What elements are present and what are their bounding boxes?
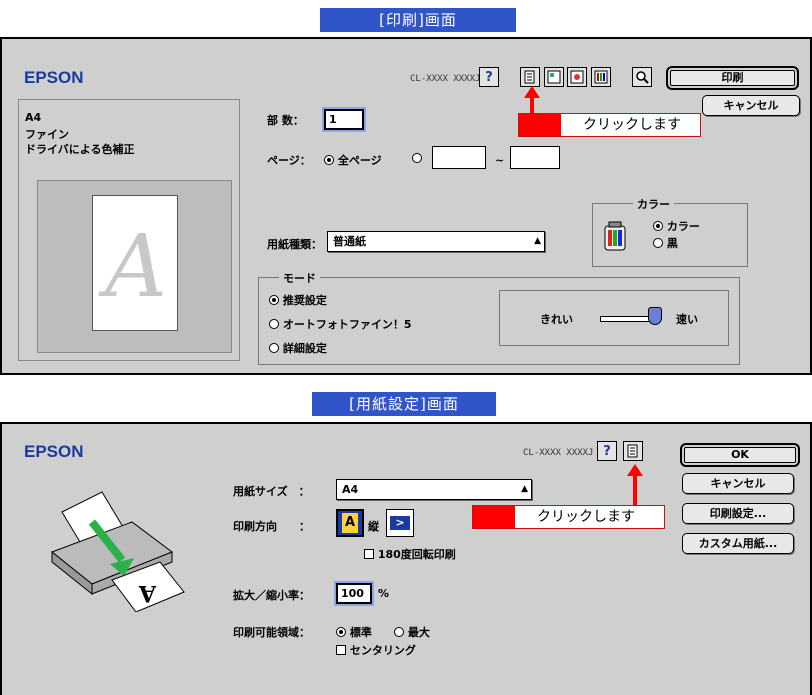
print-button[interactable]: 印刷 [666, 66, 799, 90]
scale-unit: % [378, 587, 390, 600]
printable-area-standard-option[interactable]: 標準 [336, 624, 372, 640]
callout-arrow-shaft [633, 475, 637, 505]
summary-quality: ファイン [25, 128, 69, 141]
preview-icon[interactable] [632, 67, 652, 87]
print-screen-banner: [印刷]画面 [320, 8, 516, 32]
epson-logo: EPSON [24, 442, 84, 461]
color-group-title: カラー [633, 196, 674, 212]
landscape-orientation-icon[interactable]: > [386, 509, 414, 537]
portrait-label: 縦 [368, 520, 379, 533]
pages-tilde: ~ [495, 154, 505, 167]
pages-from-input[interactable] [432, 146, 486, 169]
summary-pane: A4 ファイン ドライバによる色補正 A [18, 99, 240, 361]
preview-page: A [92, 195, 178, 331]
print-settings-icon[interactable] [623, 441, 643, 461]
utility-icon[interactable] [591, 67, 611, 87]
help-icon[interactable]: ? [479, 67, 499, 87]
callout-arrow-shaft [530, 97, 534, 113]
cancel-button[interactable]: キャンセル [702, 95, 800, 116]
background-print-icon[interactable] [567, 67, 587, 87]
pages-label: ページ： [267, 154, 311, 167]
epson-logo: EPSON [24, 68, 84, 87]
custom-paper-button[interactable]: カスタム用紙... [682, 533, 794, 554]
svg-text:A: A [138, 580, 157, 606]
centering-option[interactable]: センタリング [336, 642, 416, 658]
model-name: CL-XXXX XXXXJ [523, 448, 594, 458]
mode-group-title: モード [279, 270, 320, 286]
print-settings-button[interactable]: 印刷設定... [682, 503, 794, 524]
copies-input[interactable]: 1 [324, 109, 364, 130]
pages-to-input[interactable] [510, 146, 560, 169]
select-arrow-icon: ▲ [521, 484, 528, 494]
copies-label: 部 数： [267, 114, 304, 127]
ok-button[interactable]: OK [680, 443, 800, 467]
page-setup-banner: [用紙設定]画面 [312, 392, 496, 416]
click-callout: クリックします [518, 113, 701, 137]
mode-recommended-option[interactable]: 推奨設定 [269, 292, 327, 308]
ink-cartridge-icon [603, 220, 627, 255]
scale-input[interactable]: 100 [336, 583, 372, 604]
help-icon[interactable]: ? [597, 441, 617, 461]
color-option-black[interactable]: 黒 [653, 235, 678, 251]
preview-letter: A [104, 217, 168, 317]
summary-color-mode: ドライバによる色補正 [25, 143, 135, 156]
paper-size-select[interactable]: A4 ▲ [336, 479, 532, 500]
cancel-button[interactable]: キャンセル [682, 473, 794, 494]
preview-frame: A [37, 180, 232, 353]
pages-all-option[interactable]: 全ページ [324, 152, 382, 168]
mode-photo-enhance-option[interactable]: オートフォトファイン！5 [269, 316, 412, 332]
mode-group: モード 推奨設定 オートフォトファイン！5 詳細設定 きれい 速い [258, 270, 740, 365]
printer-illustration: A [42, 472, 202, 615]
scale-label: 拡大／縮小率： [233, 589, 310, 602]
model-name: CL-XXXX XXXXJ [410, 74, 481, 84]
quality-slider-thumb[interactable] [648, 307, 662, 325]
select-arrow-icon: ▲ [534, 236, 541, 246]
speed-label: 速い [676, 313, 698, 326]
layout-icon[interactable] [544, 67, 564, 87]
printable-area-label: 印刷可能領域： [233, 626, 310, 639]
media-type-label: 用紙種類： [267, 238, 322, 251]
page-setup-icon[interactable] [520, 67, 540, 87]
printable-area-maximum-option[interactable]: 最大 [394, 624, 430, 640]
mode-advanced-option[interactable]: 詳細設定 [269, 340, 327, 356]
media-type-select[interactable]: 普通紙 ▲ [327, 231, 545, 252]
page-setup-dialog: EPSON CL-XXXX XXXXJ ? OK キャンセル 印刷設定... カ… [0, 422, 812, 695]
pages-range-option[interactable] [412, 152, 422, 165]
click-callout: クリックします [472, 505, 665, 529]
quality-label: きれい [540, 313, 573, 326]
rotate-180-option[interactable]: 180度回転印刷 [364, 546, 456, 562]
quality-speed-box: きれい 速い [499, 290, 729, 346]
paper-size-label: 用紙サイズ ： [233, 485, 310, 498]
color-group: カラー カラー 黒 [592, 196, 748, 267]
portrait-orientation-icon[interactable]: A [336, 509, 364, 537]
print-dialog: EPSON CL-XXXX XXXXJ ? 印刷 キャンセル A4 ファイン ド… [0, 37, 812, 375]
color-option-color[interactable]: カラー [653, 218, 700, 234]
summary-paper: A4 [25, 111, 42, 124]
orientation-label: 印刷方向 ： [233, 520, 310, 533]
